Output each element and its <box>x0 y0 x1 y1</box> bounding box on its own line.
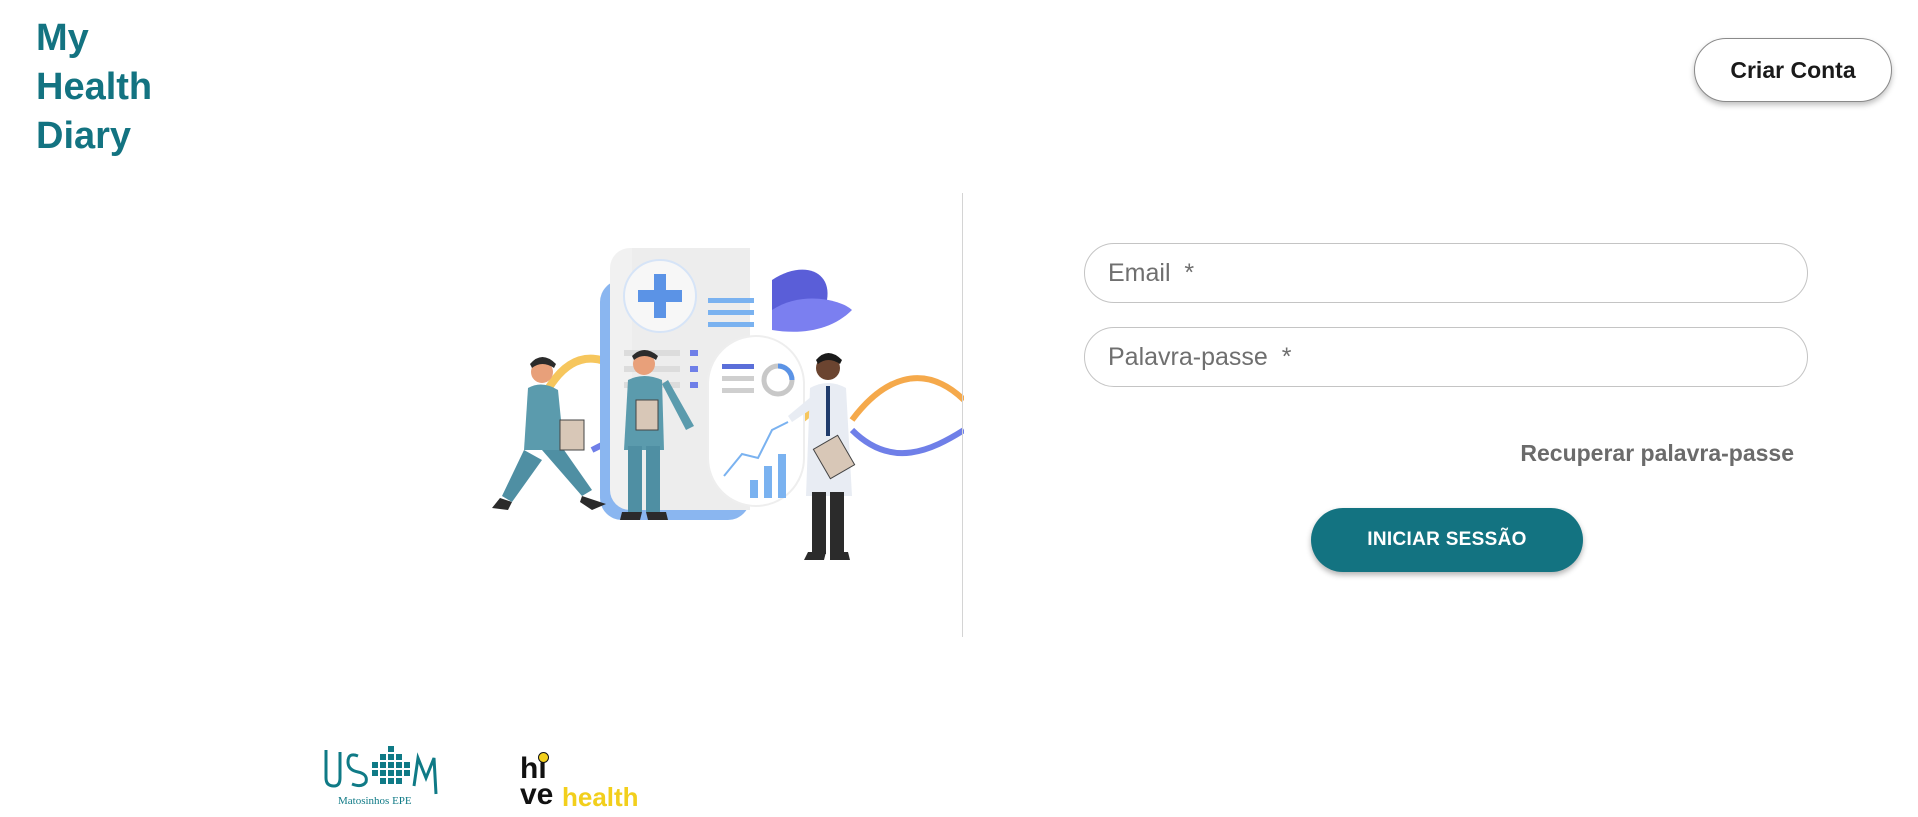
hive-logo-health: health <box>562 782 639 812</box>
logo-line-2: Health <box>36 66 153 108</box>
logo-line-3: Diary <box>36 115 132 157</box>
logo-line-1: My <box>36 17 89 59</box>
create-account-button[interactable]: Criar Conta <box>1694 38 1892 102</box>
recover-password-link[interactable]: Recuperar palavra-passe <box>1500 440 1794 467</box>
hive-logo-ve: ve <box>520 778 554 811</box>
login-button[interactable]: INICIAR SESSÃO <box>1311 508 1583 572</box>
password-field[interactable] <box>1084 327 1808 387</box>
hive-health-logo: hi ve health <box>518 748 639 812</box>
email-field[interactable] <box>1084 243 1808 303</box>
vertical-divider <box>962 193 963 637</box>
ulsm-logo-subtext: Matosinhos EPE <box>338 795 412 807</box>
ulsm-matosinhos-logo: Matosinhos EPE <box>324 746 438 807</box>
email-input[interactable] <box>1106 257 1807 289</box>
app-logo: My Health Diary <box>36 14 152 161</box>
hive-logo-dot <box>538 752 549 763</box>
healthcare-illustration <box>492 248 964 560</box>
password-input[interactable] <box>1106 341 1807 373</box>
